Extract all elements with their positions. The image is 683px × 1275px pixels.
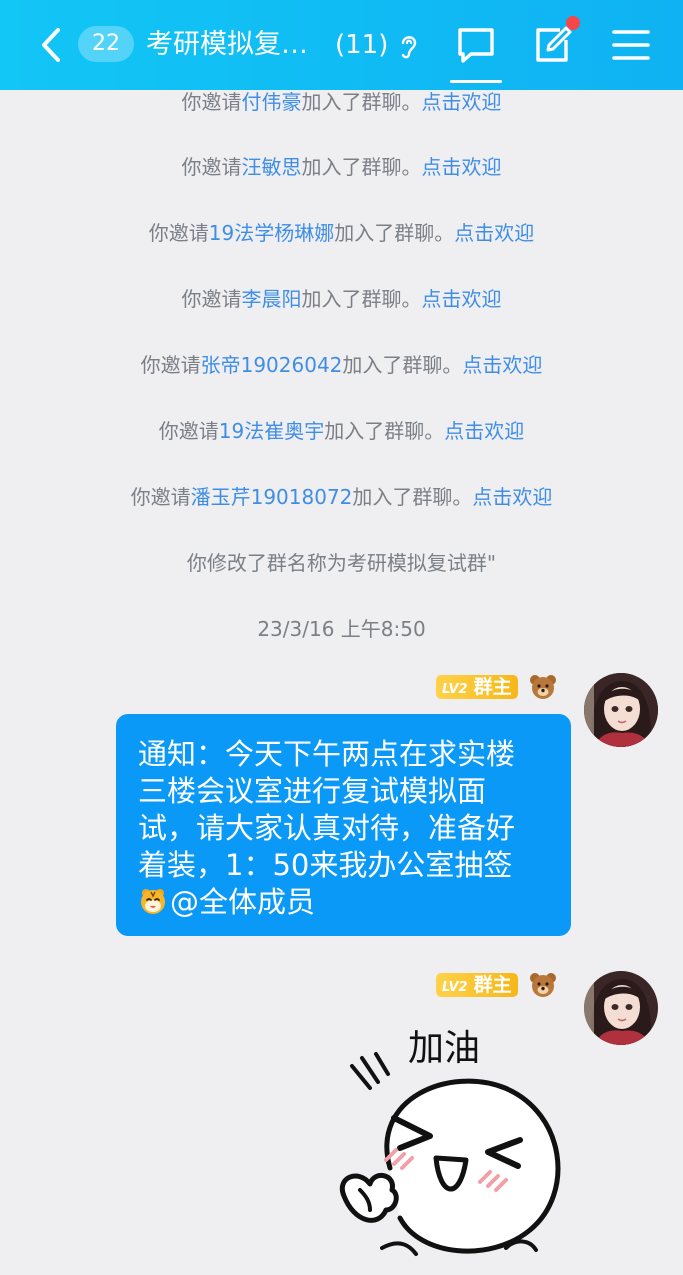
chat-icon[interactable] [455, 24, 497, 66]
avatar[interactable] [584, 673, 658, 747]
invitee-name[interactable]: 张帝19026042 [201, 353, 343, 377]
message-line: 试，请大家认真对待，准备好 [138, 811, 516, 845]
invite-suffix: 加入了群聊。 [301, 155, 422, 179]
invite-notice: 你邀请付伟豪加入了群聊。点击欢迎 [0, 86, 683, 115]
invitee-name[interactable]: 19法崔奥宇 [219, 419, 324, 443]
invite-prefix: 你邀请 [181, 287, 242, 311]
sticker-caption: 加油 [408, 1028, 480, 1069]
message-bubble[interactable]: 通知：今天下午两点在求实楼 三楼会议室进行复试模拟面 试，请大家认真对待，准备好… [116, 714, 571, 936]
chat-header: 22 考研模拟复… (11) [0, 0, 683, 90]
welcome-link[interactable]: 点击欢迎 [444, 419, 524, 443]
message-timestamp: 23/3/16 上午8:50 [257, 617, 426, 641]
welcome-link[interactable]: 点击欢迎 [422, 90, 502, 114]
invitee-name[interactable]: 19法学杨琳娜 [209, 221, 334, 245]
notification-dot [566, 16, 580, 30]
invitee-name[interactable]: 潘玉芹19018072 [191, 485, 353, 509]
role-label: 群主 [473, 974, 512, 996]
cheer-sticker[interactable]: 加油 [330, 1018, 580, 1258]
member-count[interactable]: (11) [335, 24, 388, 66]
avatar[interactable] [584, 971, 658, 1045]
member-level-badge: LV2 群主 [436, 973, 518, 997]
active-tab-indicator [450, 80, 502, 83]
message-line: 三楼会议室进行复试模拟面 [138, 774, 487, 808]
bear-icon [530, 973, 556, 997]
invite-suffix: 加入了群聊。 [324, 419, 445, 443]
invite-prefix: 你邀请 [140, 353, 201, 377]
back-arrow-icon[interactable] [36, 26, 66, 64]
invite-prefix: 你邀请 [181, 155, 242, 179]
group-title[interactable]: 考研模拟复… [146, 24, 308, 66]
menu-icon[interactable] [610, 24, 652, 66]
ear-icon [401, 36, 417, 59]
level-label: LV2 [442, 682, 468, 697]
invite-prefix: 你邀请 [181, 90, 242, 114]
invite-suffix: 加入了群聊。 [352, 485, 473, 509]
welcome-link[interactable]: 点击欢迎 [454, 221, 534, 245]
invite-notice: 你邀请潘玉芹19018072加入了群聊。点击欢迎 [0, 481, 683, 510]
invite-suffix: 加入了群聊。 [301, 90, 422, 114]
welcome-link[interactable]: 点击欢迎 [462, 353, 542, 377]
welcome-link[interactable]: 点击欢迎 [472, 485, 552, 509]
unread-count-badge[interactable]: 22 [78, 26, 134, 62]
message-line: 通知：今天下午两点在求实楼 [138, 737, 516, 771]
invite-suffix: 加入了群聊。 [301, 287, 422, 311]
invite-prefix: 你邀请 [148, 221, 209, 245]
invitee-name[interactable]: 汪敏思 [242, 155, 302, 179]
invite-notice: 你邀请张帝19026042加入了群聊。点击欢迎 [0, 349, 683, 378]
invite-notice: 你邀请19法学杨琳娜加入了群聊。点击欢迎 [0, 217, 683, 246]
tiger-emoji-icon [141, 889, 165, 914]
invite-notice: 你邀请汪敏思加入了群聊。点击欢迎 [0, 151, 683, 180]
level-label: LV2 [442, 980, 468, 995]
message-line: @全体成员 [138, 884, 551, 921]
avatar-image [584, 971, 658, 1045]
invite-notice: 你邀请19法崔奥宇加入了群聊。点击欢迎 [0, 415, 683, 444]
welcome-link[interactable]: 点击欢迎 [422, 155, 502, 179]
avatar-image [584, 673, 658, 747]
invitee-name[interactable]: 李晨阳 [242, 287, 302, 311]
bear-icon [530, 675, 556, 699]
invite-notice: 你邀请李晨阳加入了群聊。点击欢迎 [0, 283, 683, 312]
rename-notice: 你修改了群名称为考研模拟复试群" [186, 551, 497, 575]
message-line: 着装，1：50来我办公室抽签 [138, 848, 513, 882]
invite-prefix: 你邀请 [130, 485, 191, 509]
invite-suffix: 加入了群聊。 [334, 221, 455, 245]
invite-prefix: 你邀请 [158, 419, 219, 443]
invite-suffix: 加入了群聊。 [342, 353, 463, 377]
edit-icon[interactable] [532, 24, 574, 66]
mention-all[interactable]: @全体成员 [170, 885, 315, 919]
role-label: 群主 [473, 676, 512, 698]
welcome-link[interactable]: 点击欢迎 [422, 287, 502, 311]
member-level-badge: LV2 群主 [436, 675, 518, 699]
invitee-name[interactable]: 付伟豪 [242, 90, 302, 114]
